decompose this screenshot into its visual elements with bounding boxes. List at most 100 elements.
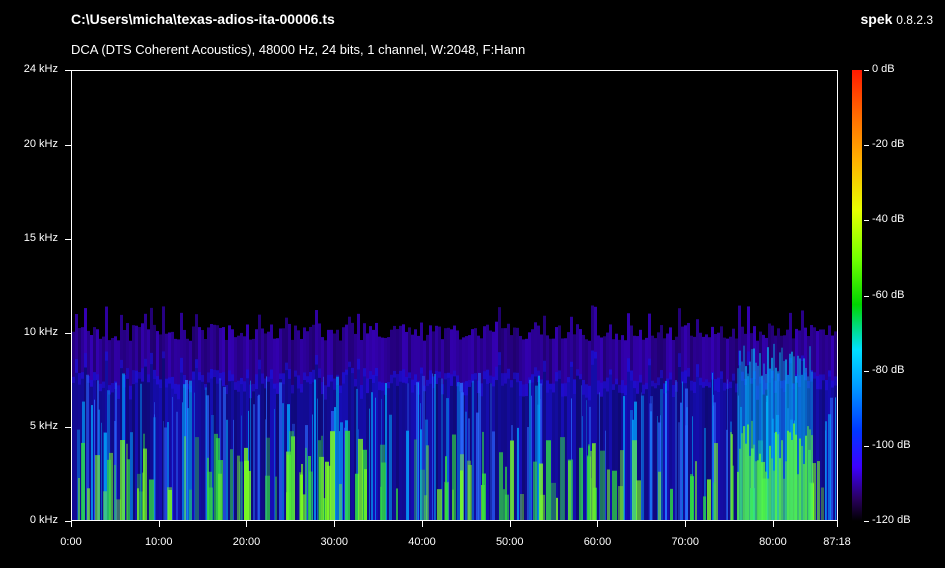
spectrum-bright-low xyxy=(761,462,763,520)
spectrum-low-energy xyxy=(364,469,367,520)
spectrum-streak xyxy=(828,414,831,520)
freq-tick-mark xyxy=(65,145,71,146)
time-tick-label: 80:00 xyxy=(759,536,787,548)
spectrum-column-hf xyxy=(72,331,75,383)
spectrum-column-body xyxy=(723,382,726,520)
time-tick-mark xyxy=(773,521,774,527)
spectrum-column-hf xyxy=(267,331,270,382)
spectrum-streak xyxy=(678,422,680,520)
spectrum-bright-low xyxy=(749,455,751,520)
spectrum-bright-low xyxy=(793,423,795,520)
time-tick-mark xyxy=(597,521,598,527)
spectrum-low-energy xyxy=(137,488,139,520)
spectrum-column-hf xyxy=(345,324,348,375)
spectrum-low-energy xyxy=(81,442,85,520)
time-tick-mark xyxy=(510,521,511,527)
time-tick-mark xyxy=(334,521,335,527)
spectrum-low-energy xyxy=(358,438,363,520)
time-tick-mark xyxy=(71,521,72,527)
spectrum-column-hf xyxy=(447,327,450,378)
spectrum-column-hf xyxy=(657,332,660,386)
spectrum-bright-low xyxy=(791,439,793,520)
spectrum-bright-low xyxy=(763,461,765,520)
db-tick-mark xyxy=(864,145,869,146)
spectrum-column-body xyxy=(411,379,414,520)
app-name: spek xyxy=(860,11,893,27)
time-tick-mark xyxy=(685,521,686,527)
spectrum-column-hf xyxy=(96,329,99,381)
spectrum-low-energy xyxy=(560,437,565,520)
spectrum-column-hf xyxy=(204,339,207,390)
stream-info: DCA (DTS Coherent Acoustics), 48000 Hz, … xyxy=(71,42,526,57)
spectrum-column-hf xyxy=(615,333,618,385)
spectrum-streak xyxy=(492,431,495,520)
spectrum-column-hf xyxy=(285,317,288,371)
freq-tick-mark xyxy=(65,70,71,71)
spectrum-column-hf xyxy=(645,337,648,390)
spectrum-column-hf xyxy=(90,335,93,387)
spectrum-streak xyxy=(599,392,600,520)
spectrum-streak xyxy=(605,430,606,520)
spectrum-column-hf xyxy=(393,325,396,378)
spectrum-column-hf xyxy=(438,326,441,378)
spectrum-streak xyxy=(389,414,392,520)
spectrum-low-energy xyxy=(345,430,350,520)
spectrum-column-body xyxy=(486,369,489,520)
spectrum-column-hf xyxy=(711,326,714,380)
spectrum-column-hf xyxy=(708,337,711,388)
spectrum-low-energy xyxy=(184,436,186,520)
spectrum-column-hf xyxy=(609,324,612,375)
spectrum-bright-low xyxy=(779,458,781,520)
spectrum-bright-low xyxy=(739,448,741,520)
spectrum-low-energy xyxy=(690,474,693,520)
spectrum-column-hf xyxy=(114,336,117,389)
spectrum-low-energy xyxy=(612,470,617,520)
spectrum-column-hf xyxy=(201,330,204,382)
spectrum-column-hf xyxy=(279,328,282,380)
spectrum-column-hf xyxy=(483,326,486,380)
spectrum-low-energy xyxy=(520,494,524,520)
spectrum-bright-low xyxy=(787,430,789,520)
spectrum-column-hf xyxy=(528,332,531,384)
spectrum-streak xyxy=(274,408,275,520)
spectrum-column-hf xyxy=(594,306,597,359)
spectrum-low-energy xyxy=(817,461,820,520)
spectrum-streak xyxy=(490,383,492,520)
spectrum-low-energy xyxy=(670,488,673,520)
freq-tick-mark xyxy=(65,333,71,334)
time-tick-label: 60:00 xyxy=(583,536,612,548)
spectrum-bright-low xyxy=(769,445,771,520)
freq-tick-label: 15 kHz xyxy=(23,232,58,245)
spectrum-low-energy xyxy=(120,440,125,520)
spectrum-low-energy xyxy=(318,440,321,520)
spectrum-streak xyxy=(205,387,207,520)
freq-tick-label: 0 kHz xyxy=(29,514,58,526)
spectrum-column-body xyxy=(72,376,75,520)
time-tick-label: 0:00 xyxy=(60,536,82,548)
spectrum-streak xyxy=(465,411,467,520)
spectrum-streak xyxy=(371,392,373,520)
spectrum-streak xyxy=(527,427,529,520)
spectrum-low-energy xyxy=(95,455,100,520)
spectrum-column-body xyxy=(699,377,702,520)
app-version: 0.8.2.3 xyxy=(896,13,933,27)
spectrum-column-hf xyxy=(330,329,333,382)
spectrum-column-body xyxy=(576,369,579,520)
spectrum-column-hf xyxy=(468,335,471,387)
spectrum-low-energy xyxy=(127,459,130,520)
spectrum-streak xyxy=(665,393,667,520)
spectrum-streak xyxy=(675,380,677,520)
spectrum-bright-low xyxy=(811,435,813,520)
db-tick-label: -120 dB xyxy=(872,514,911,526)
spectrum-low-energy xyxy=(396,488,398,520)
spectrum-low-energy xyxy=(266,437,270,520)
spectrum-column-hf xyxy=(540,334,543,386)
spectrum-low-energy xyxy=(244,447,248,520)
spectrum-low-energy xyxy=(167,487,172,520)
spectrum-streak xyxy=(418,382,419,520)
db-tick-label: -80 dB xyxy=(872,363,905,376)
db-tick-label: -40 dB xyxy=(872,213,905,226)
db-tick-mark xyxy=(864,521,869,522)
spectrum-column-hf xyxy=(576,324,579,376)
spectrum-column-hf xyxy=(81,327,84,379)
